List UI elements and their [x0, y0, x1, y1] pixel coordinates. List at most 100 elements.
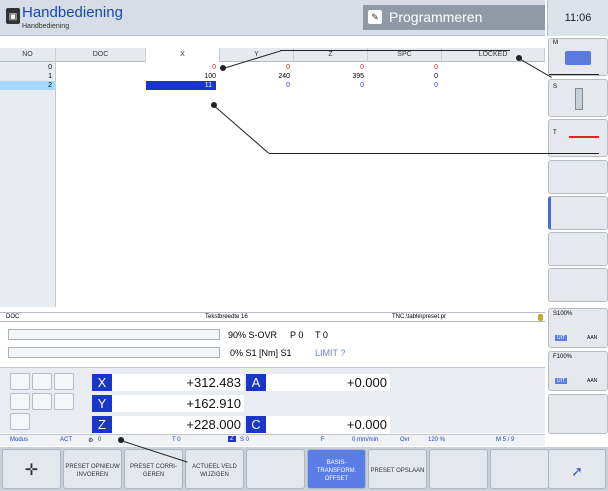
t-value: T 0 — [315, 330, 328, 340]
aan-label: AAN — [587, 335, 598, 341]
probe-icon[interactable] — [32, 393, 52, 410]
annotation-line — [269, 153, 599, 154]
gear-button[interactable] — [10, 373, 30, 390]
cell-x[interactable]: 0 — [146, 63, 220, 72]
row-no: 0 — [48, 64, 52, 71]
table-row[interactable]: 1 100 240 395 0 — [0, 72, 545, 81]
axis-y-value: +162.910 — [112, 395, 244, 412]
manual-mode-icon: ▣ — [6, 8, 20, 24]
softkey-blank[interactable] — [490, 449, 549, 489]
preset-correct-button[interactable]: PRESET CORRI-GEREN — [124, 449, 183, 489]
blank-button[interactable] — [10, 413, 30, 430]
cell-spc[interactable]: 0 — [368, 81, 442, 90]
softkey-blank[interactable] — [429, 449, 488, 489]
preset-value: 0 — [98, 437, 102, 443]
col-x[interactable]: X — [146, 48, 220, 62]
home-icon[interactable] — [54, 373, 74, 390]
programming-icon: ✎ — [368, 10, 382, 24]
blank-button[interactable] — [10, 393, 30, 410]
softkey-blank[interactable] — [548, 268, 608, 302]
cell-z[interactable]: 395 — [294, 72, 368, 81]
cell-z[interactable]: 0 — [294, 63, 368, 72]
cell-spc[interactable]: 0 — [368, 72, 442, 81]
cell-z[interactable]: 0 — [294, 81, 368, 90]
softkey-blank[interactable] — [548, 196, 608, 230]
spindle-key[interactable]: S — [548, 79, 608, 117]
m-label: M — [553, 40, 558, 46]
axis-y-label: Y — [92, 395, 112, 412]
axis-c-value: +0.000 — [266, 416, 390, 433]
document-info-bar: DOC Tekstbreedte 16 TNC:\table\preset.pr — [0, 312, 545, 322]
mode-title: Handbediening — [22, 4, 123, 21]
act-label: ACT — [60, 437, 72, 443]
blank-button[interactable] — [32, 373, 52, 390]
doc-label: DOC — [6, 314, 20, 320]
spindle-value: S 0 — [240, 437, 250, 443]
spindle-override-text: 90% S-OVR — [228, 330, 278, 340]
preset-icon: ⚙ — [88, 438, 94, 444]
m-function-key[interactable]: M — [548, 38, 608, 76]
uit-label: UIT — [555, 378, 568, 384]
override-area: 90% S-OVR P 0 T 0 0% S1 [Nm] S1 LIMIT ? — [0, 323, 545, 365]
feed-label: F — [321, 437, 325, 443]
basis-transform-button[interactable]: BASIS-TRANSFORM. OFFSET — [307, 449, 366, 489]
status-line: Modus ACT ⚙ 0 T 0 Z S 0 F 0 mm/min Ovr 1… — [0, 434, 545, 446]
machine-icon — [565, 51, 591, 65]
spindle-load-text: 0% S1 [Nm] S1 — [230, 348, 292, 358]
spindle-load-bar — [8, 347, 220, 358]
s100-label: S100% — [553, 311, 573, 317]
cell-x-selected[interactable]: 11 — [146, 81, 216, 90]
ovr-value: 120 % — [428, 437, 446, 443]
ovr-label: Ovr — [400, 437, 410, 443]
preset-reenter-button[interactable]: PRESET OPNIEUW INVOEREN — [63, 449, 122, 489]
spindle-override-bar — [8, 329, 220, 340]
lock-icon — [538, 314, 543, 321]
cell-x[interactable]: 100 — [146, 72, 220, 81]
table-top-spacer — [0, 36, 545, 48]
actual-field-edit-button[interactable]: ACTUEEL VELD WIJZIGEN — [185, 449, 244, 489]
row-no: 2 — [0, 81, 56, 90]
softkey-blank[interactable] — [548, 232, 608, 266]
softkey-blank[interactable] — [548, 394, 608, 434]
softkey-blank[interactable] — [548, 160, 608, 194]
softkey-blank[interactable] — [246, 449, 305, 489]
position-display: X +312.483 Y +162.910 Z +228.000 A +0.00… — [0, 367, 545, 433]
crosshair-icon[interactable]: ✛ — [2, 449, 61, 489]
cell-y[interactable]: 0 — [220, 81, 294, 90]
col-no[interactable]: NO — [0, 48, 56, 62]
programming-mode-tab[interactable]: Programmeren — [363, 5, 545, 30]
axis-z-label: Z — [92, 416, 112, 433]
f100-label: F100% — [553, 354, 573, 360]
annotation-line — [280, 50, 510, 51]
blank-button[interactable] — [54, 393, 74, 410]
axis-z-value: +228.000 — [112, 416, 244, 433]
table-row[interactable]: 2 11 0 0 0 — [0, 81, 545, 90]
mode-subtitle: Handbediening — [22, 23, 70, 30]
file-path: TNC:\table\preset.pr — [392, 314, 447, 320]
t-label: T — [553, 130, 557, 136]
next-softkey-row-button[interactable]: ➚ — [548, 449, 606, 489]
axis-a-value: +0.000 — [266, 374, 390, 391]
limit-text: LIMIT ? — [315, 348, 346, 358]
feed-override-key[interactable]: F100% UIT AAN — [548, 351, 608, 391]
tool-key[interactable]: T — [548, 119, 608, 157]
softkey-bar: ✛ PRESET OPNIEUW INVOEREN PRESET CORRI-G… — [0, 447, 608, 491]
table-row[interactable]: 0 0 0 0 0 — [0, 63, 545, 72]
tool-value: T 0 — [172, 437, 181, 443]
uit-label: UIT — [555, 335, 568, 341]
feed-value: 0 mm/min — [352, 437, 379, 443]
aan-label: AAN — [587, 378, 598, 384]
annotation-line — [549, 74, 599, 75]
cell-y[interactable]: 240 — [220, 72, 294, 81]
row-number-column — [0, 62, 56, 307]
annotation-line — [213, 105, 270, 154]
s-label: S — [553, 84, 558, 90]
text-width: Tekstbreedte 16 — [205, 314, 248, 320]
cell-spc[interactable]: 0 — [368, 63, 442, 72]
col-doc[interactable]: DOC — [56, 48, 146, 62]
spindle-override-key[interactable]: S100% UIT AAN — [548, 308, 608, 348]
axis-x-value: +312.483 — [112, 374, 244, 391]
p-value: P 0 — [290, 330, 304, 340]
row-no: 1 — [48, 73, 52, 80]
preset-save-button[interactable]: PRESET OPSLAAN — [368, 449, 427, 489]
